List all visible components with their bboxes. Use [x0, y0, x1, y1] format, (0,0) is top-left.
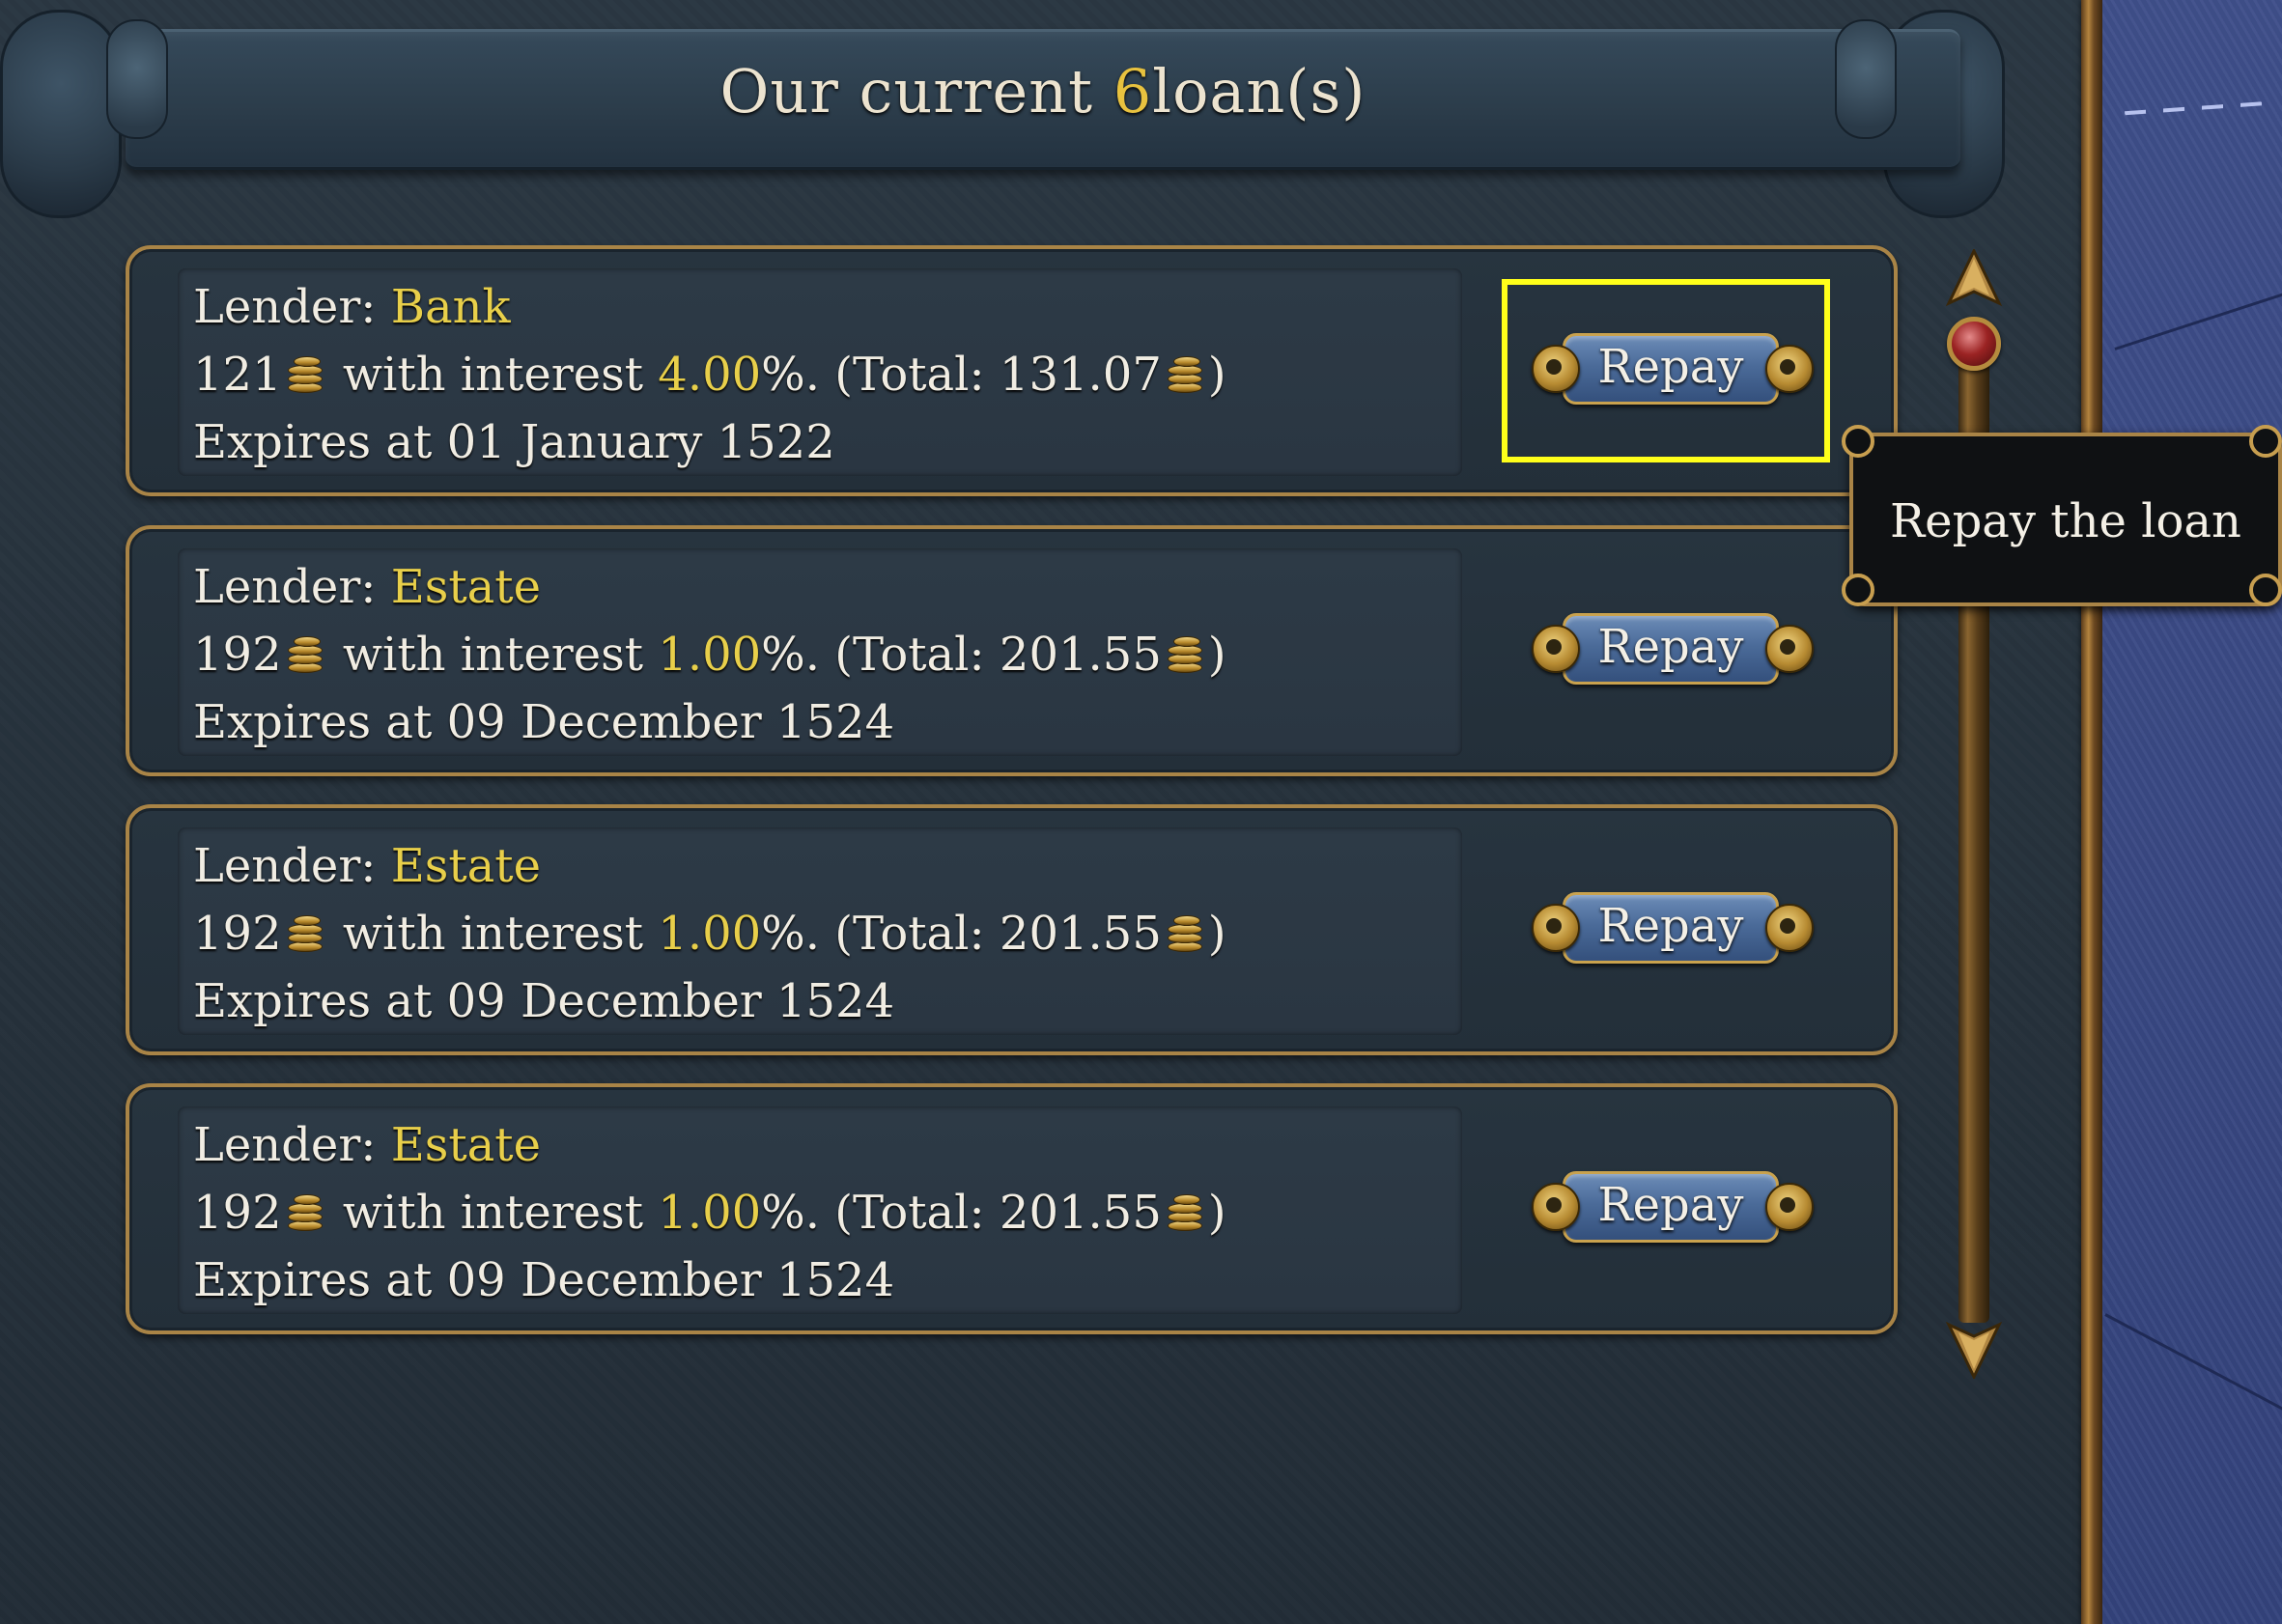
- repay-button-label[interactable]: Repay: [1563, 890, 1779, 962]
- loan-expiry-row: Expires at 09 December 1524: [193, 1251, 894, 1309]
- with-interest-label: with interest: [342, 628, 644, 682]
- expires-label: Expires at: [193, 415, 433, 469]
- total-label: %. (Total:: [761, 1186, 985, 1240]
- gold-coin-icon: [1167, 1193, 1204, 1232]
- gold-coin-icon: [287, 355, 324, 394]
- loan-amount-row: 192 with interest 1.00%. (Total: 201.55): [193, 905, 1226, 963]
- loan-amount: 192: [193, 907, 282, 961]
- gold-coin-icon: [1167, 914, 1204, 953]
- gold-coin-icon: [287, 1193, 324, 1232]
- interest-rate: 1.00: [658, 907, 762, 961]
- panel-frame-border: [2081, 0, 2102, 1624]
- repay-button[interactable]: Repay: [1530, 881, 1814, 975]
- repay-button[interactable]: Repay: [1530, 1160, 1814, 1254]
- expires-label: Expires at: [193, 974, 433, 1028]
- loan-card: Lender: Estate 192 with interest 1.00%. …: [126, 525, 1898, 776]
- scroll-up-arrow-icon[interactable]: [1943, 249, 2005, 307]
- lender-name: Estate: [390, 560, 541, 614]
- total-label: %. (Total:: [761, 907, 985, 961]
- repay-button-label[interactable]: Repay: [1563, 611, 1779, 683]
- interest-rate: 1.00: [658, 628, 762, 682]
- with-interest-label: with interest: [342, 348, 644, 402]
- tooltip-text: Repay the loan: [1890, 494, 2241, 548]
- lender-label: Lender:: [193, 560, 377, 614]
- loan-card: Lender: Estate 192 with interest 1.00%. …: [126, 804, 1898, 1055]
- tooltip-corner-ornament: [2249, 574, 2282, 606]
- loan-expiry-row: Expires at 01 January 1522: [193, 413, 835, 471]
- tooltip-corner-ornament: [2249, 425, 2282, 458]
- gold-coin-icon: [287, 914, 324, 953]
- loans-screen: Our current 6loan(s) Lender: Bank 121 wi…: [0, 0, 2282, 1624]
- gold-coin-icon: [1167, 635, 1204, 674]
- scrollbar-thumb[interactable]: [1947, 317, 2001, 371]
- loan-amount-row: 121 with interest 4.00%. (Total: 131.07): [193, 346, 1226, 404]
- title-suffix: loan(s): [1152, 56, 1366, 126]
- loan-lender-row: Lender: Estate: [193, 558, 541, 616]
- interest-rate: 1.00: [658, 1186, 762, 1240]
- loan-lender-row: Lender: Estate: [193, 1116, 541, 1174]
- loan-total: 131.07: [999, 348, 1162, 402]
- gold-coin-icon: [1167, 355, 1204, 394]
- total-label: %. (Total:: [761, 628, 985, 682]
- lender-label: Lender:: [193, 1118, 377, 1172]
- loan-amount: 121: [193, 348, 282, 402]
- expiry-date: 09 December 1524: [446, 974, 895, 1028]
- with-interest-label: with interest: [342, 907, 644, 961]
- close-paren: ): [1207, 907, 1226, 961]
- loan-lender-row: Lender: Bank: [193, 278, 511, 336]
- loan-amount: 192: [193, 1186, 282, 1240]
- loan-card: Lender: Estate 192 with interest 1.00%. …: [126, 1083, 1898, 1334]
- loan-expiry-row: Expires at 09 December 1524: [193, 972, 894, 1030]
- tooltip-corner-ornament: [1842, 574, 1874, 606]
- loan-amount-row: 192 with interest 1.00%. (Total: 201.55): [193, 626, 1226, 684]
- tooltip-corner-ornament: [1842, 425, 1874, 458]
- repay-button[interactable]: Repay: [1530, 602, 1814, 696]
- expires-label: Expires at: [193, 1253, 433, 1307]
- loan-expiry-row: Expires at 09 December 1524: [193, 693, 894, 751]
- lender-name: Estate: [390, 1118, 541, 1172]
- loan-total: 201.55: [999, 1186, 1162, 1240]
- expires-label: Expires at: [193, 695, 433, 749]
- expiry-date: 09 December 1524: [446, 1253, 895, 1307]
- page-title: Our current 6loan(s): [126, 56, 1960, 126]
- selection-highlight: [1502, 279, 1830, 462]
- lender-name: Bank: [390, 280, 511, 334]
- title-prefix: Our current: [719, 56, 1094, 126]
- lender-label: Lender:: [193, 839, 377, 893]
- close-paren: ): [1207, 1186, 1226, 1240]
- scroll-down-arrow-icon[interactable]: [1943, 1321, 2005, 1379]
- loan-amount: 192: [193, 628, 282, 682]
- repay-button-label[interactable]: Repay: [1563, 1169, 1779, 1241]
- expiry-date: 09 December 1524: [446, 695, 895, 749]
- loan-lender-row: Lender: Estate: [193, 837, 541, 895]
- loan-amount-row: 192 with interest 1.00%. (Total: 201.55): [193, 1184, 1226, 1242]
- with-interest-label: with interest: [342, 1186, 644, 1240]
- loan-total: 201.55: [999, 907, 1162, 961]
- gold-coin-icon: [287, 635, 324, 674]
- world-map-background[interactable]: [2102, 0, 2282, 1624]
- lender-name: Estate: [390, 839, 541, 893]
- loan-count: 6: [1113, 56, 1153, 126]
- close-paren: ): [1207, 628, 1226, 682]
- loan-total: 201.55: [999, 628, 1162, 682]
- interest-rate: 4.00: [658, 348, 762, 402]
- close-paren: ): [1207, 348, 1226, 402]
- banner-scroll-curl-left: [0, 10, 122, 218]
- lender-label: Lender:: [193, 280, 377, 334]
- expiry-date: 01 January 1522: [446, 415, 835, 469]
- total-label: %. (Total:: [761, 348, 985, 402]
